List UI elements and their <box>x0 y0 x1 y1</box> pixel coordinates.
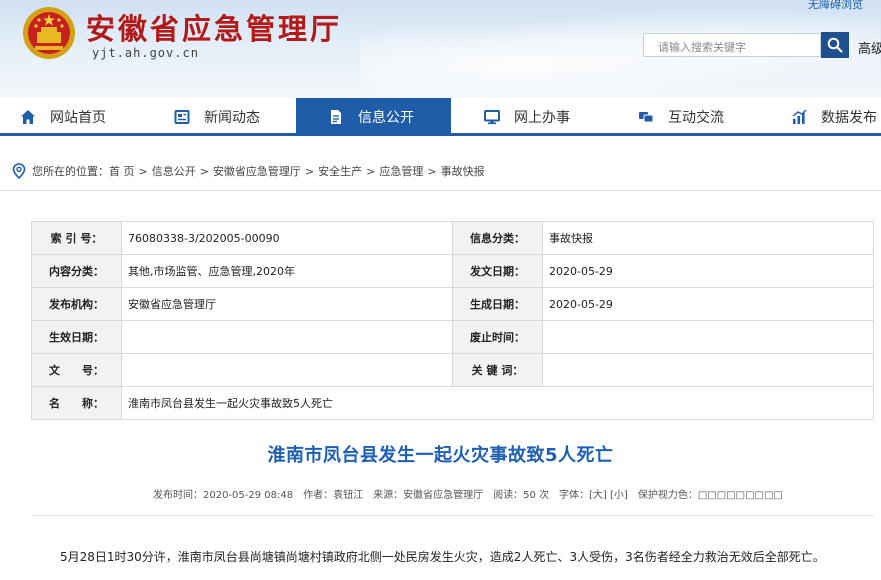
national-emblem-icon[interactable] <box>22 6 76 60</box>
repeal-date-label: 废止时间： <box>452 320 543 354</box>
search-button[interactable] <box>821 32 849 58</box>
table-row: 名 称： 淮南市凤台县发生一起火灾事故致5人死亡 <box>31 386 874 420</box>
table-row: 发布机构： 安徽省应急管理厅 生成日期： 2020-05-29 <box>31 287 874 321</box>
document-name-value: 淮南市凤台县发生一起火灾事故致5人死亡 <box>121 386 874 420</box>
info-category-label: 信息分类： <box>452 221 543 255</box>
repeal-date-value <box>542 320 874 354</box>
accessibility-link[interactable]: 无障碍浏览 <box>808 0 863 12</box>
breadcrumb-link-safety-production[interactable]: 安全生产 <box>318 163 362 179</box>
keywords-value <box>542 353 874 387</box>
source: 来源：安徽省应急管理厅 <box>373 490 484 501</box>
author: 作者：袁钮江 <box>303 490 364 501</box>
effective-date-value <box>121 320 453 354</box>
nav-item-label: 网站首页 <box>50 110 106 126</box>
breadcrumb-separator: > <box>366 164 376 178</box>
table-row: 生效日期： 废止时间： <box>31 320 874 354</box>
index-number-label: 索 引 号： <box>31 221 122 255</box>
article-title: 淮南市凤台县发生一起火灾事故致5人死亡 <box>267 445 614 466</box>
breadcrumb-link-department[interactable]: 安徽省应急管理厅 <box>213 163 301 179</box>
breadcrumb-link-home[interactable]: 首 页 <box>109 163 135 179</box>
generation-date-value: 2020-05-29 <box>542 287 874 321</box>
document-number-value <box>121 353 453 387</box>
eye-protect-color-swatches[interactable]: □□□□□□□□□ <box>698 490 783 501</box>
effective-date-label: 生效日期： <box>31 320 122 354</box>
article-meta: 发布时间：2020-05-29 08:48 作者：袁钮江 来源：安徽省应急管理厅… <box>153 486 783 501</box>
breadcrumb-separator: > <box>138 164 148 178</box>
breadcrumb-link-emergency-management[interactable]: 应急管理 <box>379 163 423 179</box>
site-url: yjt.ah.gov.cn <box>92 46 199 60</box>
read-count: 阅读：50 次 <box>493 490 550 501</box>
publish-time: 发布时间：2020-05-29 08:48 <box>153 490 294 501</box>
search-input[interactable]: 请输入搜索关键字 <box>643 33 821 57</box>
breadcrumb-link-accident-bulletin[interactable]: 事故快报 <box>441 163 485 179</box>
chart-icon <box>791 109 807 125</box>
site-header: 安徽省应急管理厅 yjt.ah.gov.cn 无障碍浏览 请输入搜索关键字 高级 <box>0 0 881 98</box>
monitor-icon <box>484 109 500 125</box>
document-name-label: 名 称： <box>31 386 122 420</box>
nav-item-news[interactable]: 新闻动态 <box>141 98 296 136</box>
nav-item-info-disclosure[interactable]: 信息公开 <box>296 98 451 136</box>
location-pin-icon <box>12 163 26 179</box>
divider <box>0 190 881 191</box>
chat-icon <box>638 109 654 125</box>
nav-item-label: 信息公开 <box>358 110 414 126</box>
document-number-label: 文 号： <box>31 353 122 387</box>
nav-item-label: 互动交流 <box>668 110 724 126</box>
nav-item-label: 新闻动态 <box>204 110 260 126</box>
document-info-table: 索 引 号： 76080338-3/202005-00090 信息分类： 事故快… <box>31 221 874 420</box>
table-row: 内容分类： 其他,市场监管、应急管理,2020年 发文日期： 2020-05-2… <box>31 254 874 288</box>
table-row: 索 引 号： 76080338-3/202005-00090 信息分类： 事故快… <box>31 221 874 255</box>
breadcrumb-link-info-disclosure[interactable]: 信息公开 <box>152 163 196 179</box>
nav-item-label: 数据发布 <box>821 110 877 126</box>
breadcrumb-separator: > <box>199 164 209 178</box>
nav-item-label: 网上办事 <box>514 110 570 126</box>
breadcrumb-separator: > <box>304 164 315 178</box>
publisher-label: 发布机构： <box>31 287 122 321</box>
nav-item-online-services[interactable]: 网上办事 <box>451 98 606 136</box>
table-row: 文 号： 关 键 词： <box>31 353 874 387</box>
font-size-toggle[interactable]: 字体：[大] [小] <box>559 486 628 501</box>
index-number-value: 76080338-3/202005-00090 <box>121 221 453 255</box>
nav-item-interaction[interactable]: 互动交流 <box>606 98 761 136</box>
issue-date-label: 发文日期： <box>452 254 543 288</box>
content-category-label: 内容分类： <box>31 254 122 288</box>
nav-item-home[interactable]: 网站首页 <box>0 98 141 136</box>
issue-date-value: 2020-05-29 <box>542 254 874 288</box>
article-body: 5月28日1时30分许，淮南市凤台县尚塘镇尚塘村镇政府北侧一处民房发生火灾，造成… <box>60 550 825 564</box>
advanced-search-link[interactable]: 高级 <box>858 38 881 57</box>
divider <box>31 515 874 516</box>
search-icon <box>827 37 843 53</box>
main-nav: 网站首页 新闻动态 信息公开 网上办事 互动交流 数据发布 <box>0 98 881 136</box>
breadcrumb-separator: > <box>427 164 437 178</box>
keywords-label: 关 键 词： <box>452 353 543 387</box>
generation-date-label: 生成日期： <box>452 287 543 321</box>
document-icon <box>328 109 344 125</box>
info-category-value: 事故快报 <box>542 221 874 255</box>
eye-protect-label: 保护视力色： <box>637 490 698 501</box>
site-title[interactable]: 安徽省应急管理厅 <box>86 6 342 48</box>
breadcrumb-prefix: 您所在的位置： <box>32 165 109 178</box>
news-icon <box>174 109 190 125</box>
breadcrumb: 您所在的位置： 首 页 > 信息公开 > 安徽省应急管理厅 > 安全生产 > 应… <box>12 162 485 180</box>
content-category-value: 其他,市场监管、应急管理,2020年 <box>121 254 453 288</box>
publisher-value: 安徽省应急管理厅 <box>121 287 453 321</box>
home-icon <box>20 109 36 125</box>
nav-item-data-release[interactable]: 数据发布 <box>761 98 881 136</box>
